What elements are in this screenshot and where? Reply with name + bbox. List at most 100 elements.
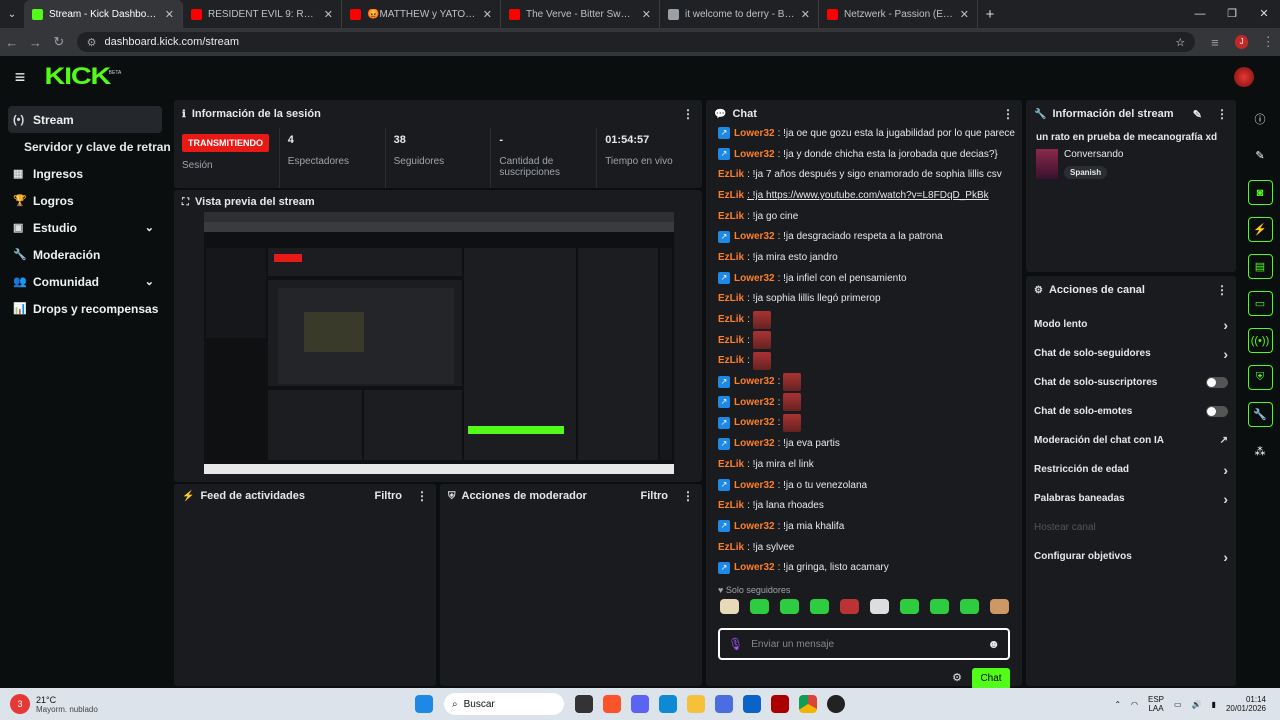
browser-tab[interactable]: it welcome to derry - Buscar co ✕ [660, 0, 819, 28]
chevron-down-icon[interactable]: ⌄ [145, 221, 154, 234]
site-info-icon[interactable]: ⚙ [87, 36, 97, 49]
channel-action-item[interactable]: Configurar objetivos › [1026, 542, 1236, 571]
more-options-icon[interactable]: ⋮ [682, 489, 694, 503]
edge-icon[interactable] [659, 695, 677, 713]
chat-username[interactable]: EzLik [718, 190, 744, 201]
channel-action-item[interactable]: Restricción de edad › [1026, 455, 1236, 484]
tray-chevron-icon[interactable]: ⌃ [1114, 700, 1121, 709]
channel-action-item[interactable]: Chat de solo-emotes [1026, 397, 1236, 426]
chat-username[interactable]: Lower32 [734, 231, 775, 242]
chat-username[interactable]: Lower32 [734, 397, 775, 408]
browser-tab[interactable]: The Verve - Bitter Sweet Symph ✕ [501, 0, 660, 28]
network-icon[interactable]: ▭ [1174, 700, 1182, 709]
close-tab-icon[interactable]: ✕ [483, 8, 492, 21]
document-icon[interactable]: ▤ [1247, 254, 1273, 279]
browser-tab[interactable]: Stream - Kick Dashboard ✕ [24, 0, 183, 28]
more-options-icon[interactable]: ⋮ [1002, 107, 1014, 121]
chat-username[interactable]: EzLik [718, 293, 744, 304]
chat-username[interactable]: EzLik [718, 459, 744, 470]
emote-icon[interactable] [840, 599, 859, 614]
channel-action-item[interactable]: Modo lento › [1026, 310, 1236, 339]
close-tab-icon[interactable]: ✕ [642, 8, 651, 21]
emote-icon[interactable] [810, 599, 829, 614]
chat-username[interactable]: EzLik [718, 169, 744, 180]
sidebar-item-comunidad[interactable]: 👥 Comunidad ⌄ [8, 268, 162, 295]
media-control-icon[interactable]: ≡ [1203, 35, 1227, 50]
chat-username[interactable]: EzLik [718, 211, 744, 222]
edit-pencil-icon[interactable]: ✎ [1248, 143, 1273, 168]
mail-icon[interactable] [743, 695, 761, 713]
bookmark-star-icon[interactable]: ☆ [1175, 36, 1185, 49]
back-arrow-icon[interactable]: ← [0, 35, 24, 50]
sidebar-item-ingresos[interactable]: ▦ Ingresos [8, 160, 162, 187]
wifi-icon[interactable]: ◠ [1131, 700, 1138, 709]
send-chat-button[interactable]: Chat [972, 668, 1010, 690]
wrench-icon[interactable]: 🔧 [1247, 402, 1273, 427]
browser-tab[interactable]: 😡MATTHEW y YATORO sorpre ✕ [342, 0, 501, 28]
bolt-icon[interactable]: ⚡ [1247, 217, 1273, 242]
filter-button[interactable]: Filtro [641, 490, 669, 502]
kick-logo[interactable]: KICK [45, 63, 112, 91]
sidebar-item-stream[interactable]: (•) Stream [8, 106, 162, 133]
sidebar-item-estudio[interactable]: ▣ Estudio ⌄ [8, 214, 162, 241]
more-options-icon[interactable]: ⋮ [682, 107, 694, 121]
stream-preview-video[interactable] [204, 212, 674, 474]
chat-link[interactable]: : !ja https://www.youtube.com/watch?v=L8… [747, 190, 989, 201]
camera-icon[interactable]: ◙ [1247, 180, 1273, 205]
sidebar-item-logros[interactable]: 🏆 Logros [8, 187, 162, 214]
obs-icon[interactable] [827, 695, 845, 713]
filter-button[interactable]: Filtro [375, 490, 403, 502]
emote-icon[interactable] [990, 599, 1009, 614]
emote-icon[interactable] [750, 599, 769, 614]
close-tab-icon[interactable]: ✕ [960, 8, 969, 21]
sidebar-subitem-server-key[interactable]: Servidor y clave de retransm [0, 133, 170, 160]
chat-settings-gear-icon[interactable]: ⚙ [952, 671, 962, 684]
emote-icon[interactable] [900, 599, 919, 614]
emoji-icon[interactable]: ☻ [987, 637, 1000, 651]
chat-username[interactable]: Lower32 [734, 521, 775, 532]
emote-icon[interactable] [960, 599, 979, 614]
chat-username[interactable]: Lower32 [734, 149, 775, 160]
more-options-icon[interactable]: ⋮ [1216, 283, 1228, 297]
volume-icon[interactable]: 🔊 [1192, 700, 1202, 709]
minimize-icon[interactable]: — [1184, 0, 1216, 28]
emote-icon[interactable] [780, 599, 799, 614]
toggle-switch[interactable] [1206, 377, 1228, 388]
close-window-icon[interactable]: ✕ [1248, 0, 1280, 28]
chat-input[interactable]: 🎙 Enviar un mensaje ☻ [718, 628, 1010, 660]
windows-start-icon[interactable] [415, 695, 433, 713]
app-icon[interactable] [771, 695, 789, 713]
user-avatar[interactable] [1234, 67, 1254, 87]
chrome-icon[interactable] [799, 695, 817, 713]
weather-widget[interactable]: 3 21°C Mayorm. nublado [0, 694, 200, 714]
store-icon[interactable] [715, 695, 733, 713]
hamburger-menu-icon[interactable]: ≡ [0, 67, 40, 88]
tab-list-chevron-icon[interactable]: ⌄ [0, 9, 24, 20]
broadcast-icon[interactable]: ((•)) [1247, 328, 1273, 353]
channel-action-item[interactable]: Palabras baneadas › [1026, 484, 1236, 513]
chat-username[interactable]: EzLik [718, 500, 744, 511]
info-icon[interactable]: ⓘ [1248, 106, 1273, 131]
profile-avatar-icon[interactable]: J [1234, 35, 1249, 49]
channel-action-item[interactable]: Chat de solo-suscriptores [1026, 368, 1236, 397]
toggle-switch[interactable] [1206, 406, 1228, 417]
chat-username[interactable]: EzLik [718, 252, 744, 263]
browser-menu-icon[interactable]: ⋮ [1256, 34, 1280, 50]
channel-action-item[interactable]: Moderación del chat con IA ↗ [1026, 426, 1236, 455]
add-widget-icon[interactable]: ⁂ [1248, 439, 1273, 464]
close-tab-icon[interactable]: ✕ [324, 8, 333, 21]
chat-username[interactable]: EzLik [718, 355, 744, 366]
channel-action-item[interactable]: Chat de solo-seguidores › [1026, 339, 1236, 368]
chat-username[interactable]: Lower32 [734, 438, 775, 449]
chat-username[interactable]: Lower32 [734, 417, 775, 428]
chat-bubble-icon[interactable]: ▭ [1247, 291, 1273, 316]
forward-arrow-icon[interactable]: → [24, 35, 48, 50]
chat-username[interactable]: EzLik [718, 335, 744, 346]
chat-username[interactable]: EzLik [718, 542, 744, 553]
chat-username[interactable]: Lower32 [734, 273, 775, 284]
chevron-down-icon[interactable]: ⌄ [145, 275, 154, 288]
chat-username[interactable]: EzLik [718, 314, 744, 325]
browser-tab[interactable]: RESIDENT EVIL 9: REQUIEM Le ✕ [183, 0, 342, 28]
reload-icon[interactable]: ↻ [47, 34, 71, 50]
emote-icon[interactable] [930, 599, 949, 614]
